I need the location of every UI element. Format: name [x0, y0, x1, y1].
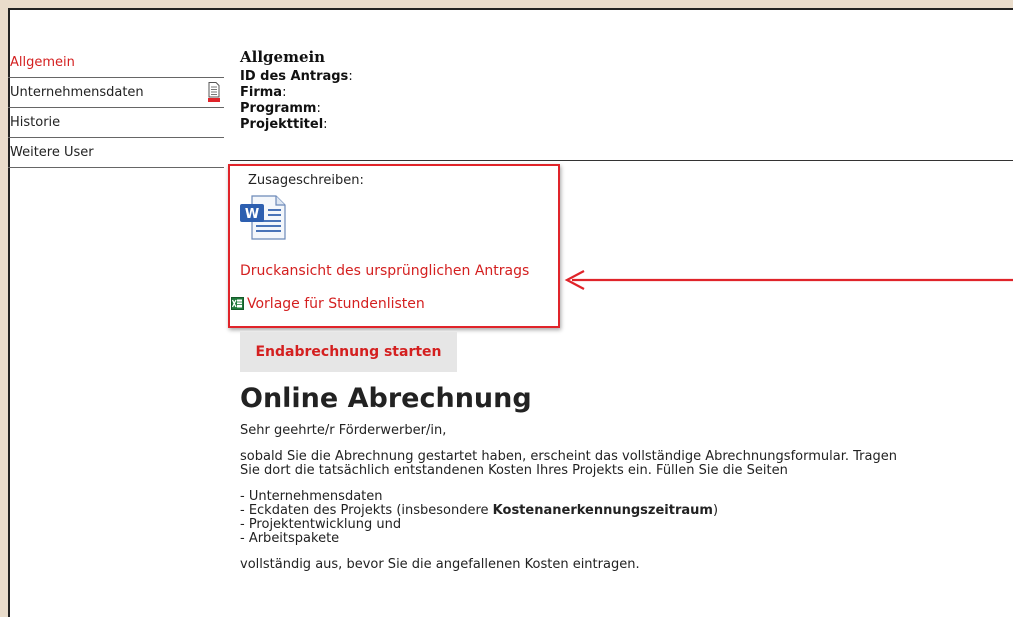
main-content: Allgemein ID des Antrags: Firma: Program… — [240, 45, 1013, 133]
pages-list: - Unternehmensdaten - Eckdaten des Proje… — [240, 490, 1005, 546]
list-item: - Eckdaten des Projekts (insbesondere Ko… — [240, 503, 719, 518]
zusage-label: Zusageschreiben: — [248, 173, 364, 188]
annotation-arrow-icon — [564, 270, 1013, 290]
meta-firma: Firma: — [240, 85, 287, 100]
online-abrechnung-title: Online Abrechnung — [240, 383, 532, 414]
document-icon — [208, 82, 220, 102]
meta-antrag-id: ID des Antrags: — [240, 69, 353, 84]
sidebar-item-label: Unternehmensdaten — [10, 85, 144, 100]
closing-text: vollständig aus, bevor Sie die angefalle… — [240, 557, 640, 572]
intro-paragraph: sobald Sie die Abrechnung gestartet habe… — [240, 449, 897, 478]
divider — [230, 160, 1013, 161]
sidebar-item-weitere-user[interactable]: Weitere User — [8, 138, 224, 168]
svg-text:W: W — [245, 207, 259, 222]
endabrechnung-starten-button[interactable]: Endabrechnung starten — [240, 332, 457, 372]
greeting-text: Sehr geehrte/r Förderwerber/in, — [240, 423, 447, 438]
vorlage-stundenlisten-link[interactable]: Vorlage für Stundenlisten — [247, 296, 425, 312]
section-title: Allgemein — [240, 48, 326, 66]
list-item: - Arbeitspakete — [240, 531, 340, 546]
list-item: - Unternehmensdaten — [240, 489, 383, 504]
sidebar-item-historie[interactable]: Historie — [8, 108, 224, 138]
sidebar-nav: Allgemein Unternehmensdaten Historie Wei… — [8, 48, 224, 168]
sidebar-item-label: Allgemein — [10, 55, 75, 70]
sidebar-item-allgemein[interactable]: Allgemein — [8, 48, 224, 78]
druckansicht-link[interactable]: Druckansicht des ursprünglichen Antrags — [240, 263, 529, 279]
sidebar-item-label: Historie — [10, 115, 61, 130]
meta-projekttitel: Projekttitel: — [240, 117, 328, 132]
word-document-icon[interactable]: W — [238, 194, 288, 240]
list-item: - Projektentwicklung und — [240, 517, 402, 532]
sidebar-item-label: Weitere User — [10, 145, 94, 160]
online-abrechnung-section: Online Abrechnung Sehr geehrte/r Förderw… — [240, 383, 1005, 584]
excel-icon — [231, 297, 244, 310]
sidebar-item-unternehmensdaten[interactable]: Unternehmensdaten — [8, 78, 224, 108]
meta-programm: Programm: — [240, 101, 321, 116]
